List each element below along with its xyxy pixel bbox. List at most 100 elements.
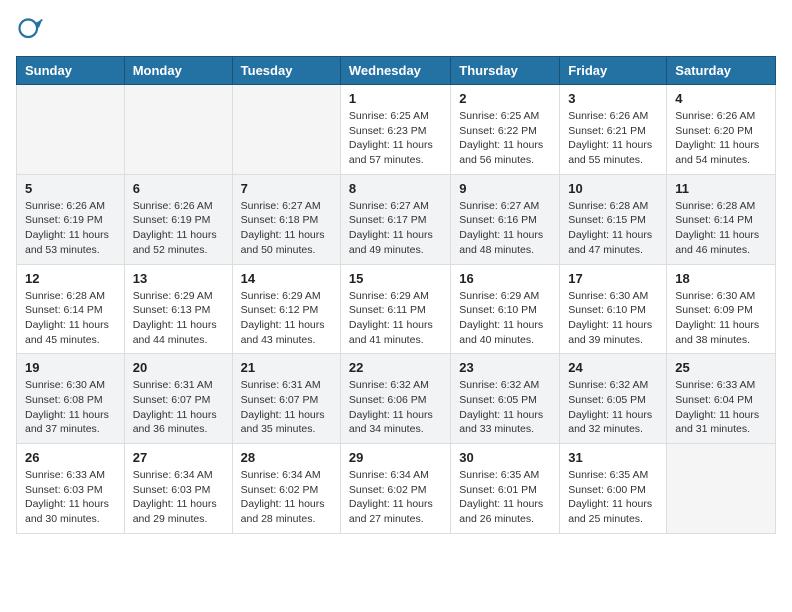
day-info: Sunrise: 6:25 AM Sunset: 6:22 PM Dayligh… [459, 109, 551, 168]
calendar-cell: 4 Sunrise: 6:26 AM Sunset: 6:20 PM Daylig… [667, 85, 776, 175]
calendar-cell: 30 Sunrise: 6:35 AM Sunset: 6:01 PM Dayli… [451, 444, 560, 534]
day-info: Sunrise: 6:28 AM Sunset: 6:15 PM Dayligh… [568, 199, 658, 258]
day-info: Sunrise: 6:32 AM Sunset: 6:06 PM Dayligh… [349, 378, 442, 437]
calendar-cell: 14Sunrise: 6:29 AM Sunset: 6:12 PM Dayli… [232, 264, 340, 354]
day-info: Sunrise: 6:27 AM Sunset: 6:16 PM Dayligh… [459, 199, 551, 258]
calendar-cell: 6 Sunrise: 6:26 AM Sunset: 6:19 PM Daylig… [124, 174, 232, 264]
day-number: 11 [675, 181, 767, 196]
calendar-cell: 27 Sunrise: 6:34 AM Sunset: 6:03 PM Dayli… [124, 444, 232, 534]
day-info: Sunrise: 6:33 AM Sunset: 6:03 PM Dayligh… [25, 468, 116, 527]
day-number: 31 [568, 450, 658, 465]
day-number: 18 [675, 271, 767, 286]
day-number: 17 [568, 271, 658, 286]
day-info: Sunrise: 6:26 AM Sunset: 6:21 PM Dayligh… [568, 109, 658, 168]
calendar-cell: 17 Sunrise: 6:30 AM Sunset: 6:10 PM Dayli… [560, 264, 667, 354]
day-info: Sunrise: 6:34 AM Sunset: 6:02 PM Dayligh… [241, 468, 332, 527]
calendar-cell [17, 85, 125, 175]
calendar-cell: 19 Sunrise: 6:30 AM Sunset: 6:08 PM Dayli… [17, 354, 125, 444]
calendar-cell: 28 Sunrise: 6:34 AM Sunset: 6:02 PM Dayli… [232, 444, 340, 534]
day-info: Sunrise: 6:31 AM Sunset: 6:07 PM Dayligh… [133, 378, 224, 437]
day-info: Sunrise: 6:30 AM Sunset: 6:10 PM Dayligh… [568, 289, 658, 348]
calendar-cell: 3 Sunrise: 6:26 AM Sunset: 6:21 PM Daylig… [560, 85, 667, 175]
day-info: Sunrise: 6:31 AM Sunset: 6:07 PM Dayligh… [241, 378, 332, 437]
weekday-header: Thursday [451, 57, 560, 85]
day-number: 10 [568, 181, 658, 196]
day-number: 4 [675, 91, 767, 106]
day-number: 19 [25, 360, 116, 375]
logo [16, 16, 48, 44]
day-number: 16 [459, 271, 551, 286]
calendar-cell: 2 Sunrise: 6:25 AM Sunset: 6:22 PM Daylig… [451, 85, 560, 175]
weekday-header: Friday [560, 57, 667, 85]
day-info: Sunrise: 6:32 AM Sunset: 6:05 PM Dayligh… [459, 378, 551, 437]
day-number: 27 [133, 450, 224, 465]
day-info: Sunrise: 6:28 AM Sunset: 6:14 PM Dayligh… [675, 199, 767, 258]
day-number: 2 [459, 91, 551, 106]
day-info: Sunrise: 6:29 AM Sunset: 6:10 PM Dayligh… [459, 289, 551, 348]
calendar-cell: 8Sunrise: 6:27 AM Sunset: 6:17 PM Daylig… [340, 174, 450, 264]
day-info: Sunrise: 6:27 AM Sunset: 6:18 PM Dayligh… [241, 199, 332, 258]
day-number: 26 [25, 450, 116, 465]
calendar-table: SundayMondayTuesdayWednesdayThursdayFrid… [16, 56, 776, 534]
day-info: Sunrise: 6:26 AM Sunset: 6:20 PM Dayligh… [675, 109, 767, 168]
calendar-cell [124, 85, 232, 175]
day-info: Sunrise: 6:25 AM Sunset: 6:23 PM Dayligh… [349, 109, 442, 168]
day-info: Sunrise: 6:26 AM Sunset: 6:19 PM Dayligh… [133, 199, 224, 258]
calendar-cell: 25 Sunrise: 6:33 AM Sunset: 6:04 PM Dayli… [667, 354, 776, 444]
weekday-header: Saturday [667, 57, 776, 85]
calendar-cell: 10 Sunrise: 6:28 AM Sunset: 6:15 PM Dayli… [560, 174, 667, 264]
calendar-cell: 1 Sunrise: 6:25 AM Sunset: 6:23 PM Daylig… [340, 85, 450, 175]
calendar-cell: 18 Sunrise: 6:30 AM Sunset: 6:09 PM Dayli… [667, 264, 776, 354]
calendar-cell: 31 Sunrise: 6:35 AM Sunset: 6:00 PM Dayli… [560, 444, 667, 534]
calendar-cell: 24 Sunrise: 6:32 AM Sunset: 6:05 PM Dayli… [560, 354, 667, 444]
day-number: 22 [349, 360, 442, 375]
day-info: Sunrise: 6:26 AM Sunset: 6:19 PM Dayligh… [25, 199, 116, 258]
day-number: 25 [675, 360, 767, 375]
calendar-cell: 7 Sunrise: 6:27 AM Sunset: 6:18 PM Daylig… [232, 174, 340, 264]
day-number: 6 [133, 181, 224, 196]
day-info: Sunrise: 6:30 AM Sunset: 6:08 PM Dayligh… [25, 378, 116, 437]
day-info: Sunrise: 6:35 AM Sunset: 6:01 PM Dayligh… [459, 468, 551, 527]
calendar-cell: 15 Sunrise: 6:29 AM Sunset: 6:11 PM Dayli… [340, 264, 450, 354]
calendar-cell: 11 Sunrise: 6:28 AM Sunset: 6:14 PM Dayli… [667, 174, 776, 264]
calendar-cell: 16 Sunrise: 6:29 AM Sunset: 6:10 PM Dayli… [451, 264, 560, 354]
weekday-header: Tuesday [232, 57, 340, 85]
day-info: Sunrise: 6:28 AM Sunset: 6:14 PM Dayligh… [25, 289, 116, 348]
weekday-header: Wednesday [340, 57, 450, 85]
day-info: Sunrise: 6:27 AM Sunset: 6:17 PM Dayligh… [349, 199, 442, 258]
day-info: Sunrise: 6:29 AM Sunset: 6:11 PM Dayligh… [349, 289, 442, 348]
weekday-header: Monday [124, 57, 232, 85]
day-number: 23 [459, 360, 551, 375]
day-number: 1 [349, 91, 442, 106]
calendar-cell: 29Sunrise: 6:34 AM Sunset: 6:02 PM Dayli… [340, 444, 450, 534]
weekday-header: Sunday [17, 57, 125, 85]
day-number: 7 [241, 181, 332, 196]
page-header [16, 16, 776, 44]
calendar-cell: 23 Sunrise: 6:32 AM Sunset: 6:05 PM Dayli… [451, 354, 560, 444]
calendar-cell: 13Sunrise: 6:29 AM Sunset: 6:13 PM Dayli… [124, 264, 232, 354]
day-info: Sunrise: 6:33 AM Sunset: 6:04 PM Dayligh… [675, 378, 767, 437]
day-info: Sunrise: 6:34 AM Sunset: 6:03 PM Dayligh… [133, 468, 224, 527]
calendar-cell: 5 Sunrise: 6:26 AM Sunset: 6:19 PM Daylig… [17, 174, 125, 264]
calendar-cell: 20 Sunrise: 6:31 AM Sunset: 6:07 PM Dayli… [124, 354, 232, 444]
day-number: 15 [349, 271, 442, 286]
day-info: Sunrise: 6:35 AM Sunset: 6:00 PM Dayligh… [568, 468, 658, 527]
day-number: 28 [241, 450, 332, 465]
day-number: 3 [568, 91, 658, 106]
day-number: 5 [25, 181, 116, 196]
day-number: 20 [133, 360, 224, 375]
calendar-cell: 21Sunrise: 6:31 AM Sunset: 6:07 PM Dayli… [232, 354, 340, 444]
day-number: 29 [349, 450, 442, 465]
calendar-cell: 26 Sunrise: 6:33 AM Sunset: 6:03 PM Dayli… [17, 444, 125, 534]
day-info: Sunrise: 6:30 AM Sunset: 6:09 PM Dayligh… [675, 289, 767, 348]
calendar-cell: 9 Sunrise: 6:27 AM Sunset: 6:16 PM Daylig… [451, 174, 560, 264]
logo-icon [16, 16, 44, 44]
day-number: 30 [459, 450, 551, 465]
day-number: 24 [568, 360, 658, 375]
day-number: 9 [459, 181, 551, 196]
calendar-cell: 22 Sunrise: 6:32 AM Sunset: 6:06 PM Dayli… [340, 354, 450, 444]
day-number: 12 [25, 271, 116, 286]
day-info: Sunrise: 6:32 AM Sunset: 6:05 PM Dayligh… [568, 378, 658, 437]
day-info: Sunrise: 6:29 AM Sunset: 6:13 PM Dayligh… [133, 289, 224, 348]
calendar-cell: 12 Sunrise: 6:28 AM Sunset: 6:14 PM Dayli… [17, 264, 125, 354]
